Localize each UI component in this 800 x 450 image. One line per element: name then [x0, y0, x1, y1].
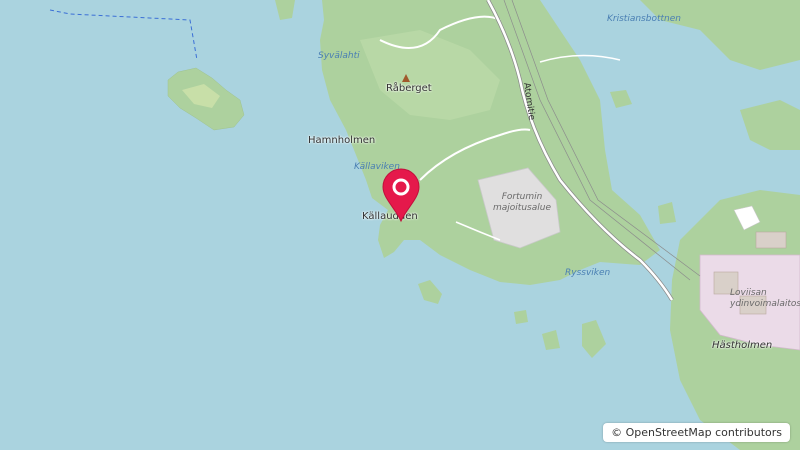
map-tiles — [0, 0, 800, 450]
label-loviisa-line2: ydinvoimalaitos — [730, 299, 800, 309]
label-kristiansbottnen: Kristiansbottnen — [607, 14, 681, 24]
map-view[interactable]: Syvälahti Råberget Hamnholmen Källaviken… — [0, 0, 800, 450]
attribution: © OpenStreetMap contributors — [603, 423, 790, 442]
label-fortum-line1: Fortumin — [501, 192, 543, 202]
copyright-symbol: © — [611, 426, 623, 439]
label-syvalahti: Syvälahti — [318, 51, 360, 61]
label-fortum-line2: majoitusalue — [493, 203, 551, 213]
label-loviisa: Loviisan ydinvoimalaitos — [730, 288, 800, 310]
islet-7 — [560, 236, 572, 248]
islet-2 — [514, 310, 528, 324]
location-marker-icon[interactable] — [381, 168, 421, 223]
label-loviisa-line1: Loviisan — [730, 288, 767, 298]
label-ryssviken: Ryssviken — [565, 268, 611, 278]
attribution-link[interactable]: OpenStreetMap contributors — [626, 426, 782, 439]
label-hamnholmen: Hamnholmen — [308, 135, 376, 146]
label-fortum: Fortumin majoitusalue — [482, 192, 562, 214]
label-raberget: Råberget — [386, 83, 432, 94]
label-hastholmen: Hästholmen — [712, 340, 773, 351]
plant-building-1 — [755, 231, 787, 249]
